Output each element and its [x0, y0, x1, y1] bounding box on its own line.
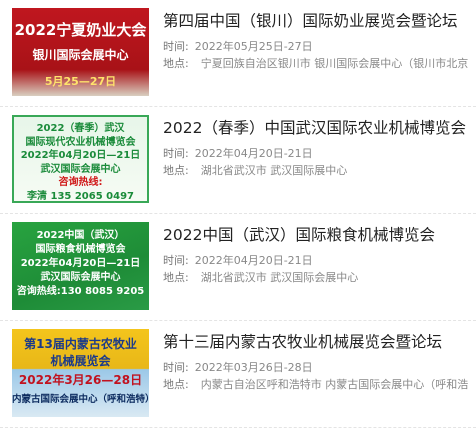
- poster-text: 2022中国（武汉）: [36, 230, 125, 241]
- expo-title-link[interactable]: 2022（春季）中国武汉国际农业机械博览会: [163, 116, 466, 138]
- list-item[interactable]: 2022宁夏奶业大会 银川国际会展中心 5月25—27日 第四届中国（银川）国际…: [0, 0, 476, 107]
- place-value: 湖北省武汉市 武汉国际会展中心: [200, 271, 359, 284]
- place-value: 内蒙古自治区呼和浩特市 内蒙古国际会展中心（呼和浩: [200, 378, 469, 391]
- time-label: 时间:: [163, 361, 189, 374]
- poster-text: 2022宁夏奶业大会: [14, 21, 147, 39]
- poster-text: 武汉国际会展中心: [40, 272, 121, 283]
- poster-text: 李清 135 2065 0497: [27, 190, 134, 202]
- expo-time: 时间: 2022年04月20日-21日: [163, 252, 313, 268]
- poster-text: 2022年3月26—28日: [18, 373, 143, 387]
- poster-text: 内蒙古国际会展中心（呼和浩特）: [12, 394, 149, 405]
- expo-place: 地点: 湖北省武汉市 武汉国际会展中心: [163, 269, 476, 285]
- poster-text: 武汉国际会展中心: [40, 163, 121, 175]
- expo-poster-image[interactable]: 2022中国（武汉） 国际粮食机械博览会 2022年04月20日—21日 武汉国…: [12, 222, 149, 310]
- place-label: 地点:: [163, 378, 189, 391]
- time-label: 时间:: [163, 147, 189, 160]
- list-item[interactable]: 第13届内蒙古农牧业 机械展览会 2022年3月26—28日 内蒙古国际会展中心…: [0, 321, 476, 428]
- place-label: 地点:: [163, 57, 189, 70]
- poster-text: 2022年04月20日—21日: [20, 258, 141, 269]
- expo-poster-image[interactable]: 2022（春季）武汉 国际现代农业机械博览会 2022年04月20日—21日 武…: [12, 115, 149, 203]
- place-label: 地点:: [163, 271, 189, 284]
- place-value: 宁夏回族自治区银川市 银川国际会展中心（银川市北京: [200, 57, 469, 70]
- expo-time: 时间: 2022年03月26日-28日: [163, 359, 313, 375]
- poster-text: 国际粮食机械博览会: [35, 244, 126, 255]
- time-label: 时间:: [163, 40, 189, 53]
- expo-list: 2022宁夏奶业大会 银川国际会展中心 5月25—27日 第四届中国（银川）国际…: [0, 0, 476, 428]
- expo-place: 地点: 宁夏回族自治区银川市 银川国际会展中心（银川市北京: [163, 55, 476, 71]
- poster-text: 咨询热线:: [58, 177, 103, 188]
- poster-text: 2022（春季）武汉: [36, 123, 125, 134]
- expo-title-link[interactable]: 第四届中国（银川）国际奶业展览会暨论坛: [163, 9, 458, 31]
- place-label: 地点:: [163, 164, 189, 177]
- expo-title-link[interactable]: 第十三届内蒙古农牧业机械展览会暨论坛: [163, 330, 442, 352]
- list-item[interactable]: 2022中国（武汉） 国际粮食机械博览会 2022年04月20日—21日 武汉国…: [0, 214, 476, 321]
- expo-poster-image[interactable]: 2022宁夏奶业大会 银川国际会展中心 5月25—27日: [12, 8, 149, 96]
- poster-text: 国际现代农业机械博览会: [25, 136, 136, 148]
- poster-text: 咨询热线:130 8085 9205: [16, 286, 145, 297]
- poster-text: 5月25—27日: [44, 75, 117, 88]
- expo-title-link[interactable]: 2022中国（武汉）国际粮食机械博览会: [163, 223, 435, 245]
- expo-time: 时间: 2022年04月20日-21日: [163, 145, 313, 161]
- time-label: 时间:: [163, 254, 189, 267]
- poster-text: 第13届内蒙古农牧业: [24, 337, 137, 351]
- place-value: 湖北省武汉市 武汉国际展中心: [200, 164, 348, 177]
- poster-text: 银川国际会展中心: [32, 48, 129, 62]
- time-value: 2022年05月25日-27日: [194, 40, 313, 53]
- expo-place: 地点: 内蒙古自治区呼和浩特市 内蒙古国际会展中心（呼和浩: [163, 376, 476, 392]
- time-value: 2022年03月26日-28日: [194, 361, 313, 374]
- time-value: 2022年04月20日-21日: [194, 147, 313, 160]
- poster-text: 2022年04月20日—21日: [20, 150, 141, 161]
- poster-text: 机械展览会: [50, 354, 111, 368]
- expo-poster-image[interactable]: 第13届内蒙古农牧业 机械展览会 2022年3月26—28日 内蒙古国际会展中心…: [12, 329, 149, 417]
- time-value: 2022年04月20日-21日: [194, 254, 313, 267]
- expo-time: 时间: 2022年05月25日-27日: [163, 38, 313, 54]
- list-item[interactable]: 2022（春季）武汉 国际现代农业机械博览会 2022年04月20日—21日 武…: [0, 107, 476, 214]
- expo-place: 地点: 湖北省武汉市 武汉国际展中心: [163, 162, 476, 178]
